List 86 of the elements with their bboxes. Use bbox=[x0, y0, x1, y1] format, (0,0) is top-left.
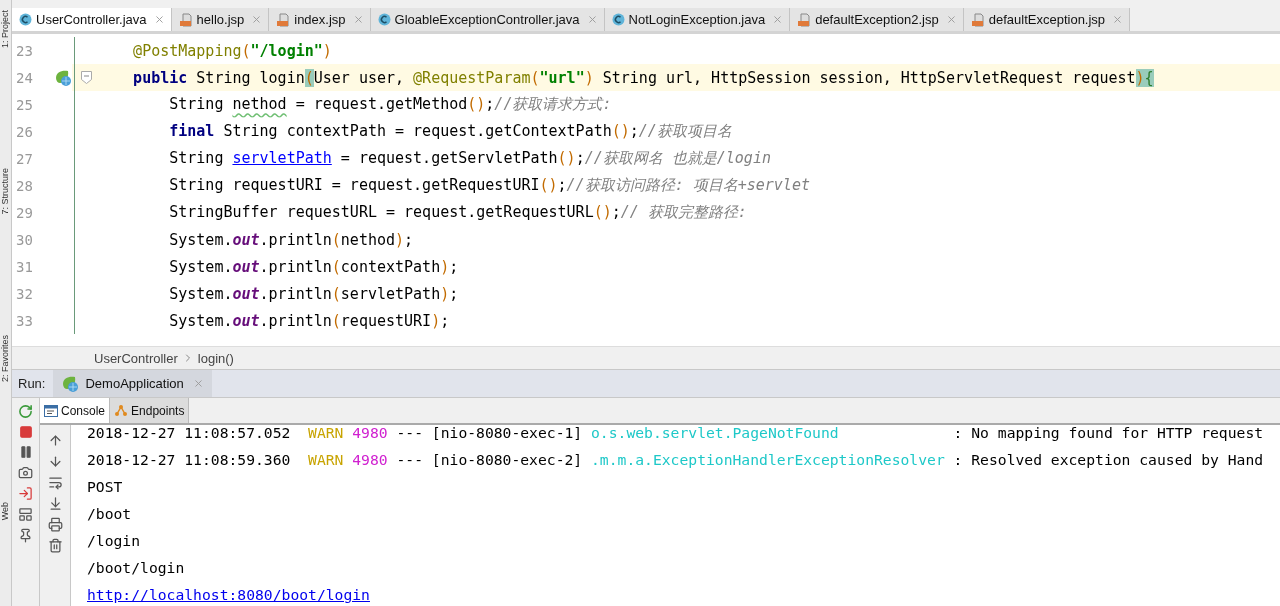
stop-icon[interactable] bbox=[18, 425, 33, 439]
tool-window-label[interactable]: 7: Structure bbox=[0, 168, 11, 215]
output-line: /boot bbox=[87, 505, 132, 522]
output-line: /boot/login bbox=[87, 559, 185, 576]
code-line: String servletPath = request.getServletPath();//获取网名 也就是/login bbox=[168, 149, 771, 168]
line-number: 30 bbox=[15, 231, 34, 248]
code-line: final String contextPath = request.getContextPath();//获取项目名 bbox=[168, 122, 732, 141]
code-line: @PostMapping("/login") bbox=[132, 41, 332, 60]
code-line: StringBuffer requestURL = request.getRequestURL();// 获取完整路径: bbox=[168, 203, 747, 222]
editor-tab[interactable]: UserController.java bbox=[12, 8, 172, 31]
tool-window-label[interactable]: Web bbox=[0, 501, 11, 520]
print-icon[interactable] bbox=[47, 517, 63, 532]
close-icon[interactable] bbox=[1112, 14, 1124, 25]
tab-label: hello.jsp bbox=[196, 12, 245, 27]
code-line: System.out.println(contextPath); bbox=[168, 257, 459, 276]
tab-label: Endpoints bbox=[131, 403, 185, 418]
close-icon[interactable] bbox=[586, 14, 598, 25]
editor-tab[interactable]: defaultException2.jsp bbox=[790, 8, 964, 31]
code-line: public String login(User user, @RequestParam("url") String url, HttpSession session, HttpServletRequest request){ bbox=[132, 68, 1154, 87]
class-file-icon bbox=[19, 13, 32, 26]
run-config-label: DemoApplication bbox=[85, 376, 184, 391]
editor-tab[interactable]: NotLoginException.java bbox=[604, 8, 791, 31]
code-line: System.out.println(nethod); bbox=[168, 230, 414, 249]
tab-label: UserController.java bbox=[36, 12, 147, 27]
code-line: System.out.println(requestURI); bbox=[168, 311, 450, 330]
code-line: System.out.println(servletPath); bbox=[168, 284, 459, 303]
tab-label: defaultException2.jsp bbox=[815, 12, 939, 27]
pin-icon[interactable] bbox=[18, 528, 33, 543]
pause-icon[interactable] bbox=[18, 445, 33, 459]
arrow-down-icon[interactable] bbox=[47, 454, 63, 469]
log-line: 2018-12-27 11:08:57.052 WARN 4980 --- [nio-8080-exec-1] o.s.web.servlet.PageNotFound : No mapping found for HTTP request bbox=[87, 425, 1265, 443]
line-number: 24 bbox=[15, 69, 34, 86]
trash-icon[interactable] bbox=[47, 538, 63, 553]
breadcrumb-item[interactable]: login() bbox=[197, 350, 234, 366]
tab-label: defaultException.jsp bbox=[988, 12, 1106, 27]
console-tab[interactable]: Endpoints bbox=[110, 398, 190, 423]
code-line: String requestURI = request.getRequestURI();//获取访问路径: 项目名+servlet bbox=[168, 176, 810, 195]
tab-label: GloableExceptionController.java bbox=[394, 12, 580, 27]
line-number: 28 bbox=[15, 177, 34, 194]
line-number: 31 bbox=[15, 258, 34, 275]
console-icon bbox=[44, 404, 58, 417]
close-icon[interactable] bbox=[352, 14, 364, 25]
jsp-file-icon bbox=[178, 12, 193, 27]
output-line: /login bbox=[87, 532, 141, 549]
line-number: 25 bbox=[15, 96, 34, 113]
close-icon[interactable] bbox=[251, 14, 263, 25]
line-number: 27 bbox=[15, 150, 34, 167]
output-line: POST bbox=[87, 478, 123, 495]
line-number: 23 bbox=[15, 42, 34, 59]
line-number: 33 bbox=[15, 312, 34, 329]
class-file-icon bbox=[377, 13, 391, 26]
soft-wrap-icon[interactable] bbox=[47, 475, 63, 490]
line-number: 29 bbox=[15, 204, 34, 221]
camera-icon[interactable] bbox=[18, 465, 33, 480]
bean-gutter-icon bbox=[54, 68, 72, 87]
jsp-file-icon bbox=[276, 12, 291, 27]
tab-label: Console bbox=[61, 403, 106, 418]
editor-tab[interactable]: hello.jsp bbox=[171, 8, 270, 31]
spring-app-icon bbox=[61, 374, 80, 393]
code-line: String nethod = request.getMethod();//获取请求方式: bbox=[168, 95, 612, 114]
fold-icon[interactable] bbox=[80, 71, 92, 84]
line-number: 26 bbox=[15, 123, 34, 140]
tab-label: index.jsp bbox=[294, 12, 346, 27]
layout-icon[interactable] bbox=[18, 507, 33, 522]
close-icon[interactable] bbox=[945, 14, 957, 25]
rerun-icon[interactable] bbox=[18, 404, 33, 419]
console-tab[interactable]: Console bbox=[40, 398, 111, 423]
breadcrumb-item[interactable]: UserController bbox=[94, 350, 178, 366]
jsp-file-icon bbox=[970, 12, 985, 27]
tool-window-label[interactable]: 2: Favorites bbox=[0, 334, 11, 382]
exit-icon[interactable] bbox=[18, 486, 33, 501]
tool-window-label[interactable]: 1: Project bbox=[0, 10, 11, 49]
class-file-icon bbox=[611, 13, 625, 26]
close-icon[interactable] bbox=[153, 14, 165, 25]
jsp-file-icon bbox=[797, 12, 812, 27]
log-line: 2018-12-27 11:08:59.360 WARN 4980 --- [nio-8080-exec-2] .m.m.a.ExceptionHandlerExceptionResolver : Resolved exception caused by Hand bbox=[87, 450, 1265, 470]
editor-tab[interactable]: GloableExceptionController.java bbox=[370, 8, 605, 31]
run-label: Run: bbox=[17, 375, 47, 393]
close-icon[interactable] bbox=[772, 14, 784, 25]
line-number: 32 bbox=[15, 285, 34, 302]
run-config-tab[interactable]: DemoApplication bbox=[53, 370, 212, 397]
editor-tab[interactable]: defaultException.jsp bbox=[963, 8, 1131, 31]
endpoints-icon bbox=[114, 404, 129, 417]
editor-tab[interactable]: index.jsp bbox=[269, 8, 371, 31]
tab-label: NotLoginException.java bbox=[628, 12, 766, 27]
url-link[interactable]: http://localhost:8080/boot/login bbox=[87, 586, 370, 603]
